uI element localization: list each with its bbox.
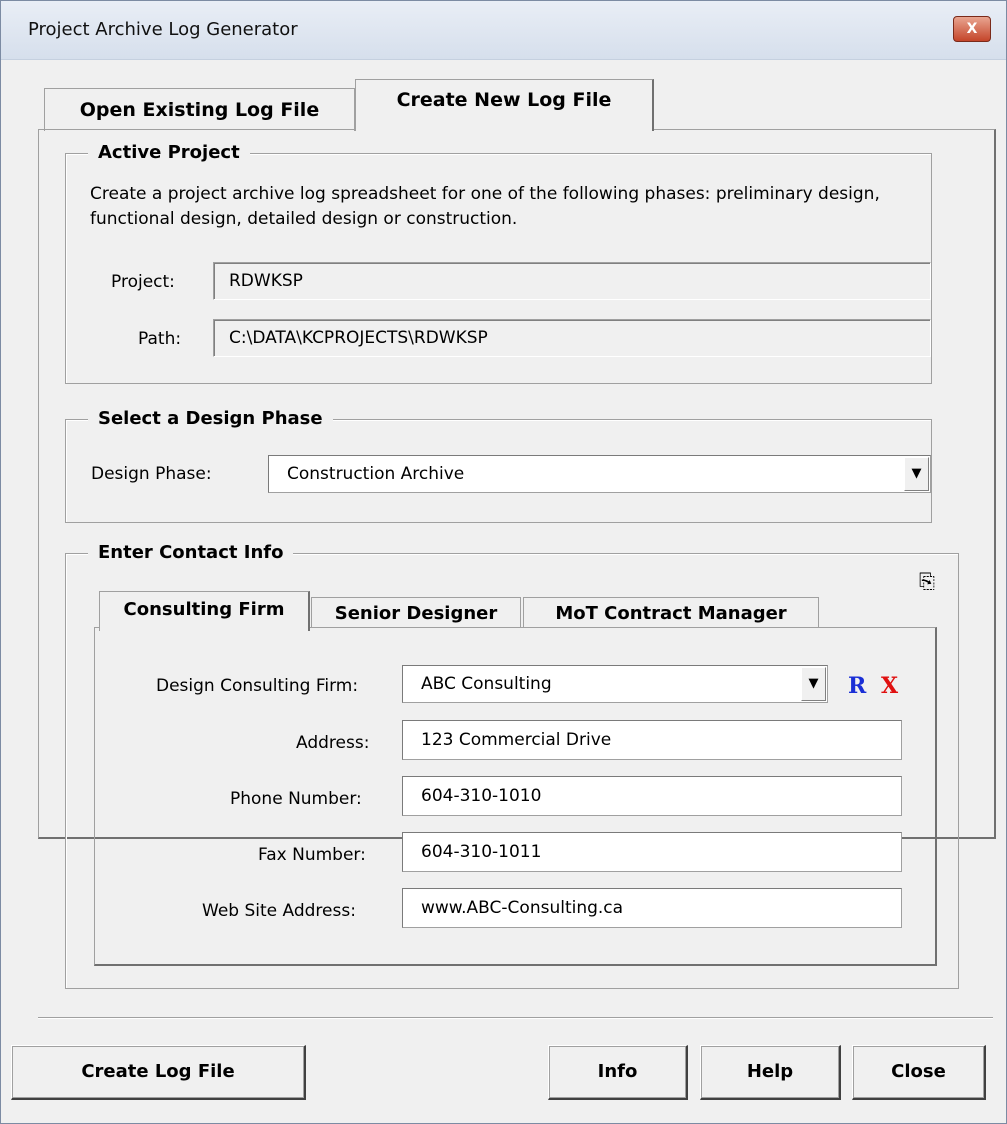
tab-label: Open Existing Log File [79,99,320,121]
create-button-label: Create Log File [81,1061,235,1082]
path-field: C:\DATA\KCPROJECTS\RDWKSP [213,319,931,357]
create-log-file-button[interactable]: Create Log File [11,1045,306,1100]
design-phase-select[interactable]: Construction Archive [268,455,931,493]
tab-create-new-log-file[interactable]: Create New Log File [355,79,654,131]
help-button[interactable]: Help [700,1045,841,1100]
subtab-senior-designer[interactable]: Senior Designer [311,597,521,628]
fax-value: 604-310-1011 [421,842,542,862]
separator [38,1017,993,1019]
window-close-button[interactable]: X [953,16,991,42]
close-button[interactable]: Close [852,1045,986,1100]
phone-label: Phone Number: [230,789,362,809]
design-phase-label: Design Phase: [91,464,212,484]
reload-icon[interactable]: R [848,673,866,699]
chevron-down-icon[interactable]: ▼ [904,457,929,491]
project-field: RDWKSP [213,262,931,300]
web-value: www.ABC-Consulting.ca [421,898,624,918]
project-label: Project: [111,272,175,292]
close-button-label: Close [891,1061,946,1082]
design-phase-legend: Select a Design Phase [88,408,333,429]
design-phase-value: Construction Archive [287,464,465,484]
firm-select[interactable]: ABC Consulting [402,665,828,703]
web-input[interactable]: www.ABC-Consulting.ca [402,888,902,928]
delete-icon[interactable]: X [881,673,898,699]
close-icon: X [966,21,978,37]
path-label: Path: [138,329,182,349]
contact-info-legend: Enter Contact Info [88,542,294,563]
address-label: Address: [296,733,370,753]
subtab-mot-contract-manager[interactable]: MoT Contract Manager [523,597,819,628]
info-button[interactable]: Info [548,1045,688,1100]
subtab-consulting-firm[interactable]: Consulting Firm [99,591,310,631]
info-button-label: Info [597,1061,638,1082]
phone-value: 604-310-1010 [421,786,542,806]
address-value: 123 Commercial Drive [421,730,612,750]
firm-value: ABC Consulting [421,674,552,694]
window-title: Project Archive Log Generator [28,19,298,40]
active-project-description: Create a project archive log spreadsheet… [90,184,880,229]
tab-label: Create New Log File [396,89,612,111]
firm-label: Design Consulting Firm: [156,676,359,696]
chevron-down-icon[interactable]: ▼ [801,667,826,701]
tab-open-existing-log-file[interactable]: Open Existing Log File [44,88,355,131]
dialog-window: Project Archive Log Generator X Open Exi… [0,0,1007,1124]
fax-input[interactable]: 604-310-1011 [402,832,902,872]
fax-label: Fax Number: [258,845,366,865]
subtab-label: Consulting Firm [123,599,285,620]
web-label: Web Site Address: [202,901,356,921]
subtab-label: Senior Designer [334,603,498,624]
phone-input[interactable]: 604-310-1010 [402,776,902,816]
address-input[interactable]: 123 Commercial Drive [402,720,902,760]
help-button-label: Help [746,1061,794,1082]
copy-icon[interactable]: ⎘ [919,569,935,593]
subtab-label: MoT Contract Manager [555,603,787,624]
active-project-legend: Active Project [88,142,250,163]
title-bar: Project Archive Log Generator X [1,1,1006,60]
